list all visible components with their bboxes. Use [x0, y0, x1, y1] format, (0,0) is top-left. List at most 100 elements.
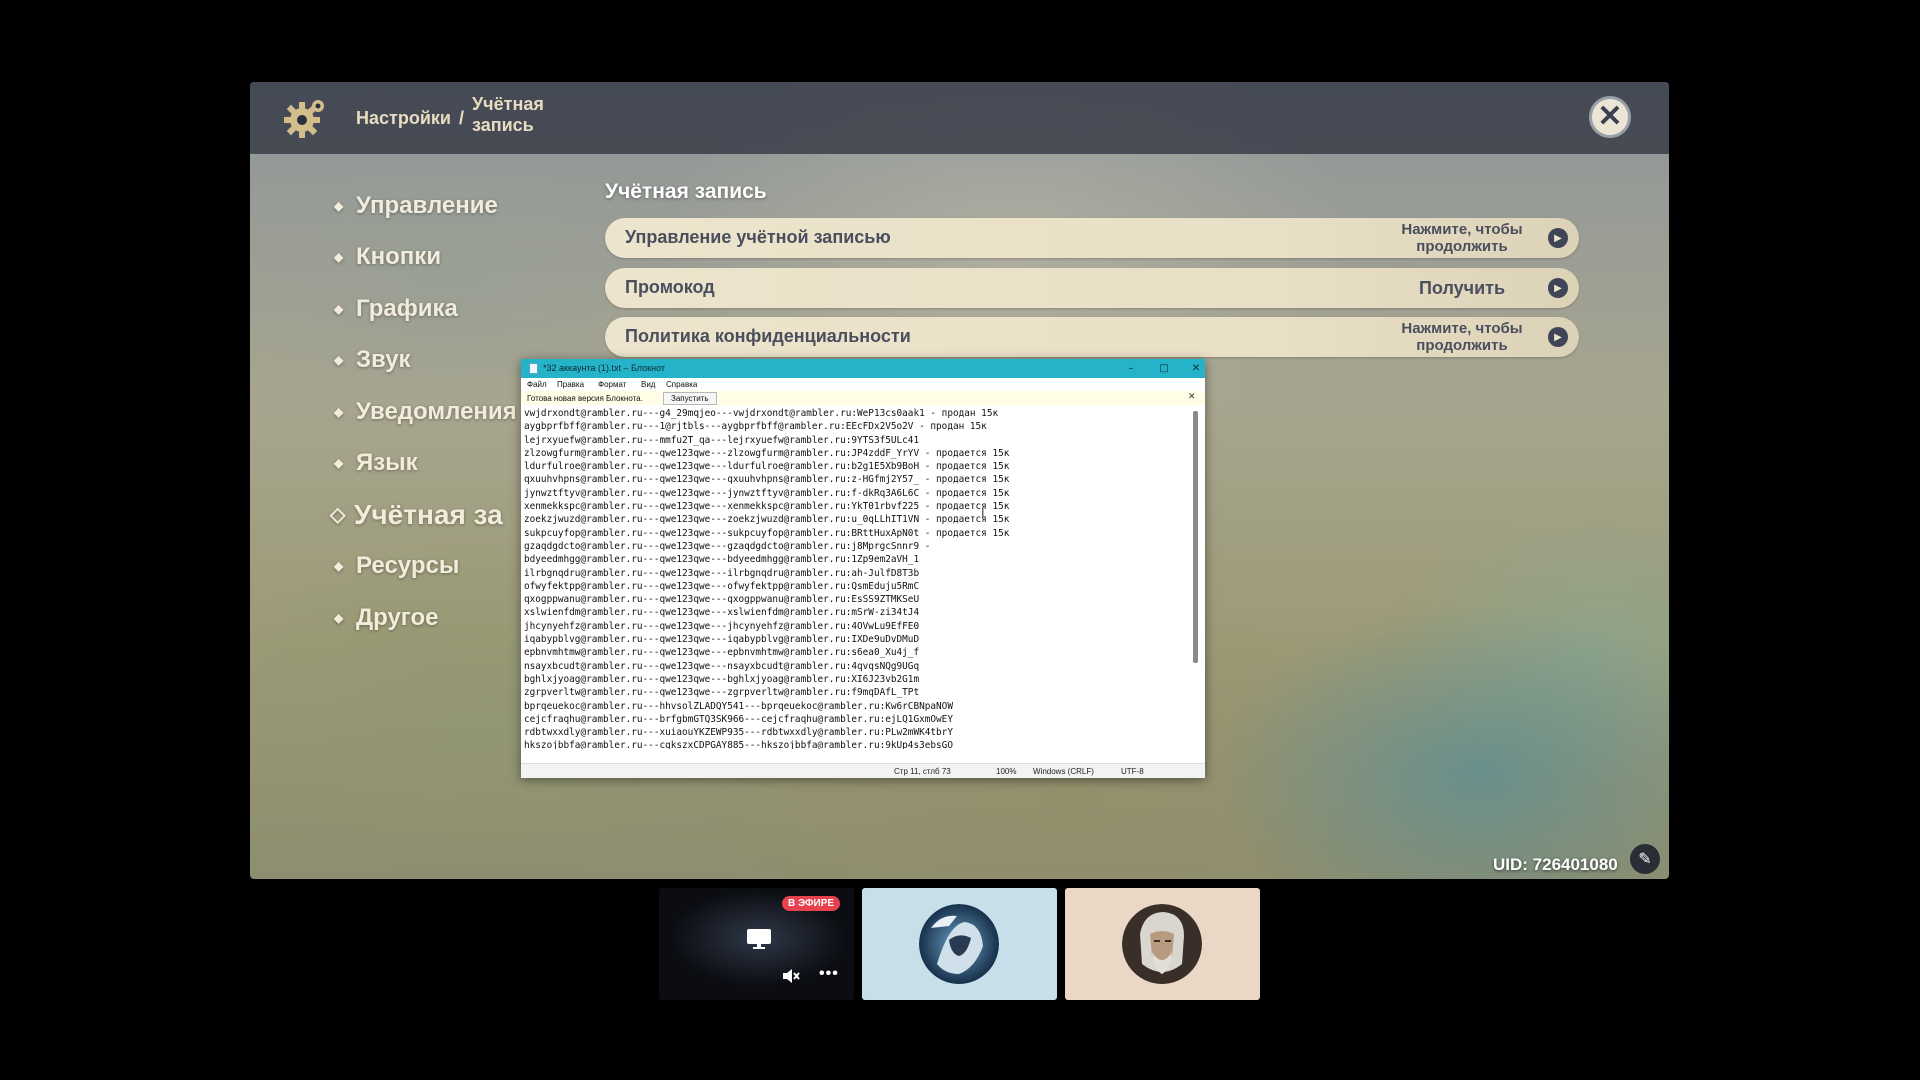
text-line: gzaqdgdcto@rambler.ru---qwe123qwe---gzaq… [524, 540, 931, 552]
arrow-right-icon: ▶ [1548, 278, 1568, 298]
sidebar-item-label: Ресурсы [356, 552, 460, 580]
arrow-right-icon: ▶ [1548, 327, 1568, 347]
sidebar-item-resources[interactable]: ◆ Ресурсы [334, 541, 517, 593]
text-line: zoekzjwuzd@rambler.ru---qwe123qwe---zoek… [524, 514, 1010, 526]
menu-help[interactable]: Справка [666, 380, 697, 389]
feedback-button[interactable]: ✎ [1630, 844, 1660, 874]
notepad-menubar: Файл Правка Формат Вид Справка [521, 378, 1205, 391]
menu-view[interactable]: Вид [641, 380, 655, 389]
promo-code-option[interactable]: Промокод Получить ▶ [605, 268, 1579, 308]
notepad-statusbar: Стр 11, стлб 73 100% Windows (CRLF) UTF-… [521, 763, 1205, 778]
privacy-policy-option[interactable]: Политика конфиденциальности Нажмите, что… [605, 317, 1579, 357]
sidebar-item-other[interactable]: ◆ Другое [334, 592, 517, 644]
maximize-button[interactable]: □ [1154, 360, 1174, 377]
sidebar-item-label: Графика [356, 294, 458, 322]
option-label: Управление учётной записью [625, 227, 891, 247]
participant-tile[interactable] [862, 888, 1057, 1000]
text-line: xenmekkspc@rambler.ru---qwe123qwe---xenm… [524, 501, 1010, 513]
text-line: bprqeuekoc@rambler.ru---hhvsolZLADQY541-… [524, 700, 953, 712]
more-options-icon[interactable]: ••• [819, 965, 839, 983]
breadcrumb: Настройки / Учётная запись [356, 94, 552, 136]
diamond-icon: ◆ [334, 353, 344, 368]
diamond-icon: ◆ [334, 404, 344, 419]
diamond-icon: ◆ [334, 610, 344, 625]
option-label: Политика конфиденциальности [625, 326, 911, 346]
notepad-title: *32 аккаунта (1).txt – Блокнот [543, 363, 666, 373]
text-line: ldurfulroe@rambler.ru---qwe123qwe---ldur… [524, 461, 1010, 473]
text-line: zgrpverltw@rambler.ru---qwe123qwe---zgrp… [524, 687, 920, 699]
update-notice-text: Готова новая версия Блокнота. [527, 394, 643, 403]
text-line: aygbprfbff@rambler.ru---1@rjtbls---aygbp… [524, 421, 987, 433]
text-line: rdbtwxxdly@rambler.ru---xuiaouYKZEWP935-… [524, 727, 953, 739]
settings-header: Настройки / Учётная запись ✕ [250, 82, 1669, 154]
text-line: jynwztftyv@rambler.ru---qwe123qwe---jynw… [524, 487, 1010, 499]
text-line: xslwienfdm@rambler.ru---qwe123qwe---xslw… [524, 607, 920, 619]
menu-format[interactable]: Формат [598, 380, 626, 389]
vertical-scrollbar[interactable] [1193, 411, 1198, 663]
sidebar-item-buttons[interactable]: ◆ Кнопки [334, 232, 517, 284]
feedback-icon: ✎ [1638, 851, 1652, 868]
text-cursor-icon: I [981, 506, 985, 520]
text-line: vwjdrxondt@rambler.ru---g4_29mqjeo---vwj… [524, 408, 999, 419]
text-line: iqabypblvg@rambler.ru---qwe123qwe---iqab… [524, 634, 920, 646]
text-line: nsayxbcudt@rambler.ru---qwe123qwe---nsay… [524, 660, 920, 672]
breadcrumb-separator: / [458, 108, 464, 128]
sidebar-item-label: Учётная за [354, 498, 503, 530]
close-button[interactable]: ✕ [1589, 96, 1631, 138]
text-line: sukpcuyfop@rambler.ru---qwe123qwe---sukp… [524, 527, 1010, 539]
sidebar-item-label: Звук [356, 346, 411, 374]
live-badge: В ЭФИРЕ [782, 896, 841, 911]
notepad-titlebar[interactable]: *32 аккаунта (1).txt – Блокнот – □ ✕ [521, 359, 1205, 378]
sidebar-item-graphics[interactable]: ◆ Графика [334, 283, 517, 335]
text-line: lejrxyuefw@rambler.ru---mmfu2T_qa---lejr… [524, 434, 920, 446]
breadcrumb-root[interactable]: Настройки [356, 108, 451, 129]
sidebar-item-sound[interactable]: ◆ Звук [334, 335, 517, 387]
sidebar-item-language[interactable]: ◆ Язык [334, 438, 517, 490]
sidebar-item-account[interactable]: ◇ Учётная за [330, 489, 517, 541]
encoding: UTF-8 [1121, 767, 1144, 776]
diamond-outline-icon: ◇ [330, 504, 346, 527]
option-label: Промокод [625, 277, 715, 297]
speaker-muted-icon[interactable] [781, 966, 801, 986]
minimize-button[interactable]: – [1121, 360, 1141, 377]
text-line: qxuuhvhpns@rambler.ru---qwe123qwe---qxuu… [524, 474, 1010, 486]
participant-tile[interactable] [1065, 888, 1260, 1000]
text-line: zlzowgfurm@rambler.ru---qwe123qwe---zlzo… [524, 447, 1010, 459]
sidebar-item-label: Уведомления [356, 397, 517, 425]
text-line: bdyeedmhgg@rambler.ru---qwe123qwe---bdye… [524, 554, 920, 566]
text-line: qxogppwanu@rambler.ru---qwe123qwe---qxog… [524, 594, 920, 606]
sidebar-item-label: Кнопки [356, 243, 442, 271]
sidebar-item-controls[interactable]: ◆ Управление [334, 180, 517, 232]
diamond-icon: ◆ [334, 456, 344, 471]
option-action: Нажмите, чтобы продолжить [1401, 320, 1523, 354]
menu-edit[interactable]: Правка [557, 380, 584, 389]
close-icon: ✕ [1597, 100, 1623, 133]
zoom-level: 100% [996, 767, 1017, 776]
launch-button[interactable]: Запустить [663, 392, 717, 405]
cursor-position: Стр 11, стлб 73 [894, 767, 951, 776]
text-line: cejcfraqhu@rambler.ru---brfgbmGTQ3SK966-… [524, 713, 953, 725]
account-management-option[interactable]: Управление учётной записью Нажмите, чтоб… [605, 218, 1579, 258]
update-notice-bar: Готова новая версия Блокнота. Запустить … [521, 391, 1205, 405]
gear-icon [280, 94, 328, 142]
sidebar-item-label: Другое [356, 603, 439, 631]
settings-sidebar: ◆ Управление ◆ Кнопки ◆ Графика ◆ Звук ◆ Увед… [330, 180, 517, 644]
text-line: ilrbgnqdru@rambler.ru---qwe123qwe---ilrb… [524, 567, 920, 579]
stream-tile[interactable]: В ЭФИРЕ ••• [659, 888, 854, 1000]
menu-file[interactable]: Файл [527, 380, 547, 389]
dismiss-notice-icon[interactable]: ✕ [1188, 392, 1196, 402]
sidebar-item-label: Язык [356, 449, 418, 477]
breadcrumb-current: Учётная запись [471, 94, 544, 135]
diamond-icon: ◆ [334, 250, 344, 265]
notepad-text-area[interactable]: vwjdrxondt@rambler.ru---g4_29mqjeo---vwj… [524, 407, 1184, 749]
text-line: epbnvmhtmw@rambler.ru---qwe123qwe---epbn… [524, 647, 920, 659]
text-line: jhcynyehfz@rambler.ru---qwe123qwe---jhcy… [524, 620, 920, 632]
notepad-icon [529, 363, 538, 374]
notepad-window[interactable]: *32 аккаунта (1).txt – Блокнот – □ ✕ Фай… [521, 359, 1205, 778]
text-line: bghlxjyoag@rambler.ru---qwe123qwe---bghl… [524, 673, 920, 685]
option-action: Нажмите, чтобы продолжить [1401, 221, 1523, 255]
arrow-right-icon: ▶ [1548, 228, 1568, 248]
sidebar-item-notifications[interactable]: ◆ Уведомления [334, 386, 517, 438]
avatar [1122, 904, 1202, 984]
window-close-button[interactable]: ✕ [1186, 360, 1206, 377]
